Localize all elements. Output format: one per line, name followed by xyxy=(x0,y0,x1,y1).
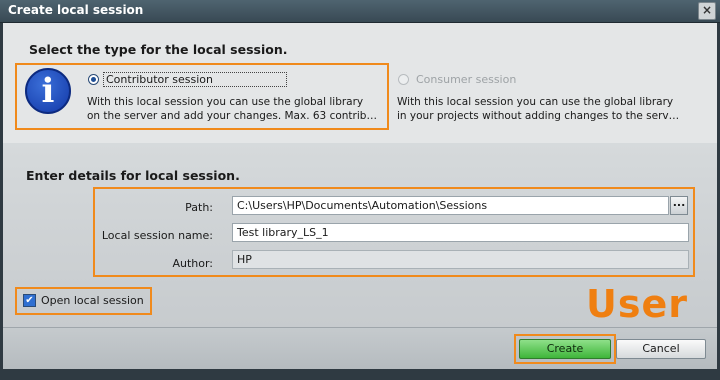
contributor-session-radio[interactable] xyxy=(88,74,99,85)
author-label: Author: xyxy=(172,257,213,270)
consumer-description-line2: in your projects without adding changes … xyxy=(397,110,680,122)
author-field: HP xyxy=(232,250,689,269)
consumer-description-line1: With this local session you can use the … xyxy=(397,96,674,108)
contributor-description-line1: With this local session you can use the … xyxy=(87,96,364,108)
window-bottom-edge xyxy=(0,369,720,380)
open-session-checkbox[interactable]: ✔ xyxy=(23,294,36,307)
session-name-input[interactable]: Test library_LS_1 xyxy=(232,223,689,242)
path-input[interactable]: C:\Users\HP\Documents\Automation\Session… xyxy=(232,196,669,215)
info-icon: i xyxy=(25,68,71,114)
dialog-title: Create local session xyxy=(8,3,144,17)
consumer-session-radio[interactable] xyxy=(398,74,409,85)
path-label: Path: xyxy=(185,201,213,214)
session-type-heading: Select the type for the local session. xyxy=(29,42,288,57)
contributor-session-label[interactable]: Contributor session xyxy=(103,72,287,87)
title-bar[interactable]: Create local session × xyxy=(0,0,720,23)
create-button[interactable]: Create xyxy=(519,339,611,359)
details-heading: Enter details for local session. xyxy=(26,168,240,183)
browse-path-button[interactable]: ... xyxy=(670,196,688,215)
close-icon[interactable]: × xyxy=(698,2,716,20)
create-local-session-dialog: Create local session × Select the type f… xyxy=(0,0,720,380)
consumer-session-label[interactable]: Consumer session xyxy=(416,73,516,86)
contributor-description-line2: on the server and add your changes. Max.… xyxy=(87,110,377,122)
session-name-label: Local session name: xyxy=(101,229,213,242)
open-session-label[interactable]: Open local session xyxy=(41,294,144,307)
cancel-button[interactable]: Cancel xyxy=(616,339,706,359)
